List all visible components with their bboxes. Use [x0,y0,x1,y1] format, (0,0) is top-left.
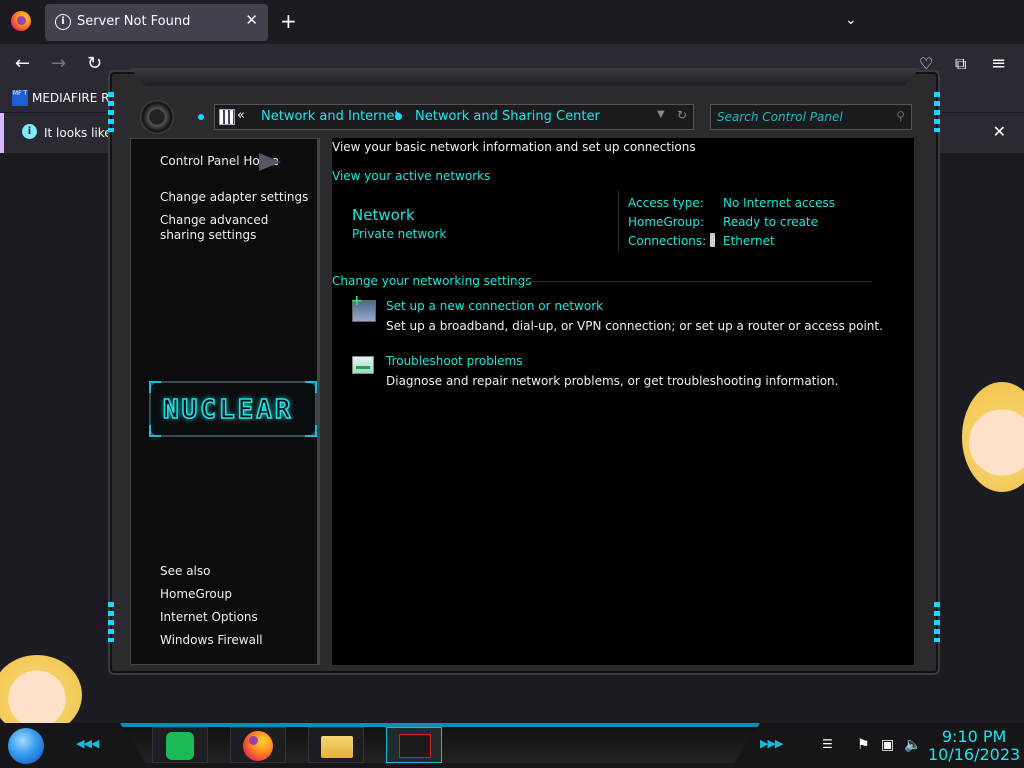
cursor-icon [259,153,281,171]
nav-dot-icon [198,114,204,120]
forward-button[interactable]: → [51,54,66,74]
clock-date: 10/16/2023 [928,745,1021,764]
volume-icon[interactable]: 🔈 [904,737,921,753]
search-placeholder: Search Control Panel [717,110,843,124]
setup-new-connection-desc: Set up a broadband, dial-up, or VPN conn… [386,319,883,333]
setup-new-connection-link[interactable]: Set up a new connection or network [386,299,603,313]
homegroup-value-link[interactable]: Ready to create [723,215,818,229]
troubleshoot-problems-desc: Diagnose and repair network problems, or… [386,374,839,388]
breadcrumb-overflow-icon[interactable]: « [237,108,245,123]
divider [512,281,872,282]
ethernet-connection-link[interactable]: Ethernet [723,234,775,248]
main-content: View your basic network information and … [332,138,914,665]
taskbar-file-explorer[interactable] [308,727,364,763]
tray-handle-icon[interactable]: ☰ [822,737,833,751]
left-task-pane: Control Panel Home Change adapter settin… [130,138,320,665]
logo-corner [149,425,161,437]
ethernet-icon [710,233,715,247]
back-button[interactable]: ← [15,54,30,74]
windows-firewall-link[interactable]: Windows Firewall [160,633,263,648]
chevron-decor-icon: ▶▶▶ [760,737,783,750]
frame-accent [108,92,114,132]
chevron-down-icon[interactable]: ▼ [657,109,665,120]
taskbar-control-panel[interactable] [386,727,442,763]
control-panel-icon [399,734,431,758]
page-title: View your basic network information and … [332,140,696,154]
spotify-icon [166,732,194,760]
taskbar: ◀◀◀ ▶▶▶ ☰ ⚑ ▣ 🔈 9:10 PM 10/16/2023 [0,723,1024,768]
menu-icon[interactable]: ≡ [991,54,1006,74]
control-panel-icon [219,109,235,125]
homegroup-label: HomeGroup: [628,215,705,229]
mediafire-icon: MF T [12,90,28,106]
back-forward-orb-icon[interactable] [140,100,174,134]
taskbar-spotify[interactable] [152,727,208,763]
breadcrumb[interactable]: « Network and Internet Network and Shari… [214,104,694,130]
network-type-link[interactable]: Private network [352,227,446,241]
chevron-decor-icon: ◀◀◀ [76,737,99,750]
taskbar-firefox[interactable] [230,727,286,763]
window-frame-top [130,68,920,86]
new-connection-icon [351,293,376,322]
nuclear-logo-text: NUCLEAR [162,394,294,426]
logo-corner [305,381,317,393]
search-control-panel-input[interactable]: Search Control Panel ⚲ [710,104,912,130]
reload-button[interactable]: ↻ [87,54,102,74]
troubleshoot-problems-link[interactable]: Troubleshoot problems [386,354,522,368]
folder-icon [321,736,353,758]
extensions-icon[interactable]: ⧉ [955,54,966,74]
new-tab-button[interactable]: + [280,9,297,33]
info-icon: i [55,14,71,30]
breadcrumb-network-sharing-center[interactable]: Network and Sharing Center [415,109,600,124]
clock-time: 9:10 PM [941,727,1007,746]
internet-options-link[interactable]: Internet Options [160,610,258,625]
breadcrumb-separator-icon [395,113,402,120]
address-bar-row: « Network and Internet Network and Shari… [140,100,912,134]
close-tab-icon[interactable]: ✕ [245,11,258,29]
logo-corner [149,381,161,393]
bookmark-mediafire[interactable]: MEDIAFIRE RO [32,91,119,105]
firefox-icon [243,731,273,761]
homegroup-link[interactable]: HomeGroup [160,587,232,602]
change-adapter-settings-link[interactable]: Change adapter settings [160,190,308,205]
troubleshoot-icon [352,356,374,374]
logo-corner [305,425,317,437]
flag-icon[interactable]: ⚑ [857,737,870,753]
network-name: Network [352,206,415,224]
frame-accent [934,602,940,642]
change-networking-settings-heading: Change your networking settings [332,274,532,288]
nuclear-theme-logo: NUCLEAR [149,381,317,437]
list-all-tabs-button[interactable]: ⌄ [845,12,857,28]
frame-accent [108,602,114,642]
breadcrumb-network-and-internet[interactable]: Network and Internet [261,109,400,124]
access-type-label: Access type: [628,196,704,210]
firefox-logo-icon [11,11,31,31]
change-advanced-sharing-link[interactable]: Change advanced sharing settings [160,213,310,243]
frame-accent [934,92,940,132]
control-panel-window: « Network and Internet Network and Shari… [108,68,940,675]
access-type-value: No Internet access [723,196,836,210]
search-icon[interactable]: ⚲ [896,109,905,123]
tab-bar: i Server Not Found ✕ + ⌄ [0,0,1024,44]
divider [618,190,619,252]
screen: i Server Not Found ✕ + ⌄ ← → ↻ ♡ ⧉ ≡ MF … [0,0,1024,768]
close-notification-icon[interactable]: ✕ [993,122,1006,141]
active-networks-heading: View your active networks [332,169,491,183]
network-icon[interactable]: ▣ [881,737,894,753]
refresh-icon[interactable]: ↻ [677,108,687,122]
clock[interactable]: 9:10 PM 10/16/2023 [928,728,1020,764]
info-icon: i [22,124,37,139]
see-also-heading: See also [160,564,211,578]
tab-title: Server Not Found [77,14,191,29]
start-button[interactable] [8,728,44,764]
tab-server-not-found[interactable]: i Server Not Found ✕ [45,4,268,41]
connections-label: Connections: [628,234,707,248]
